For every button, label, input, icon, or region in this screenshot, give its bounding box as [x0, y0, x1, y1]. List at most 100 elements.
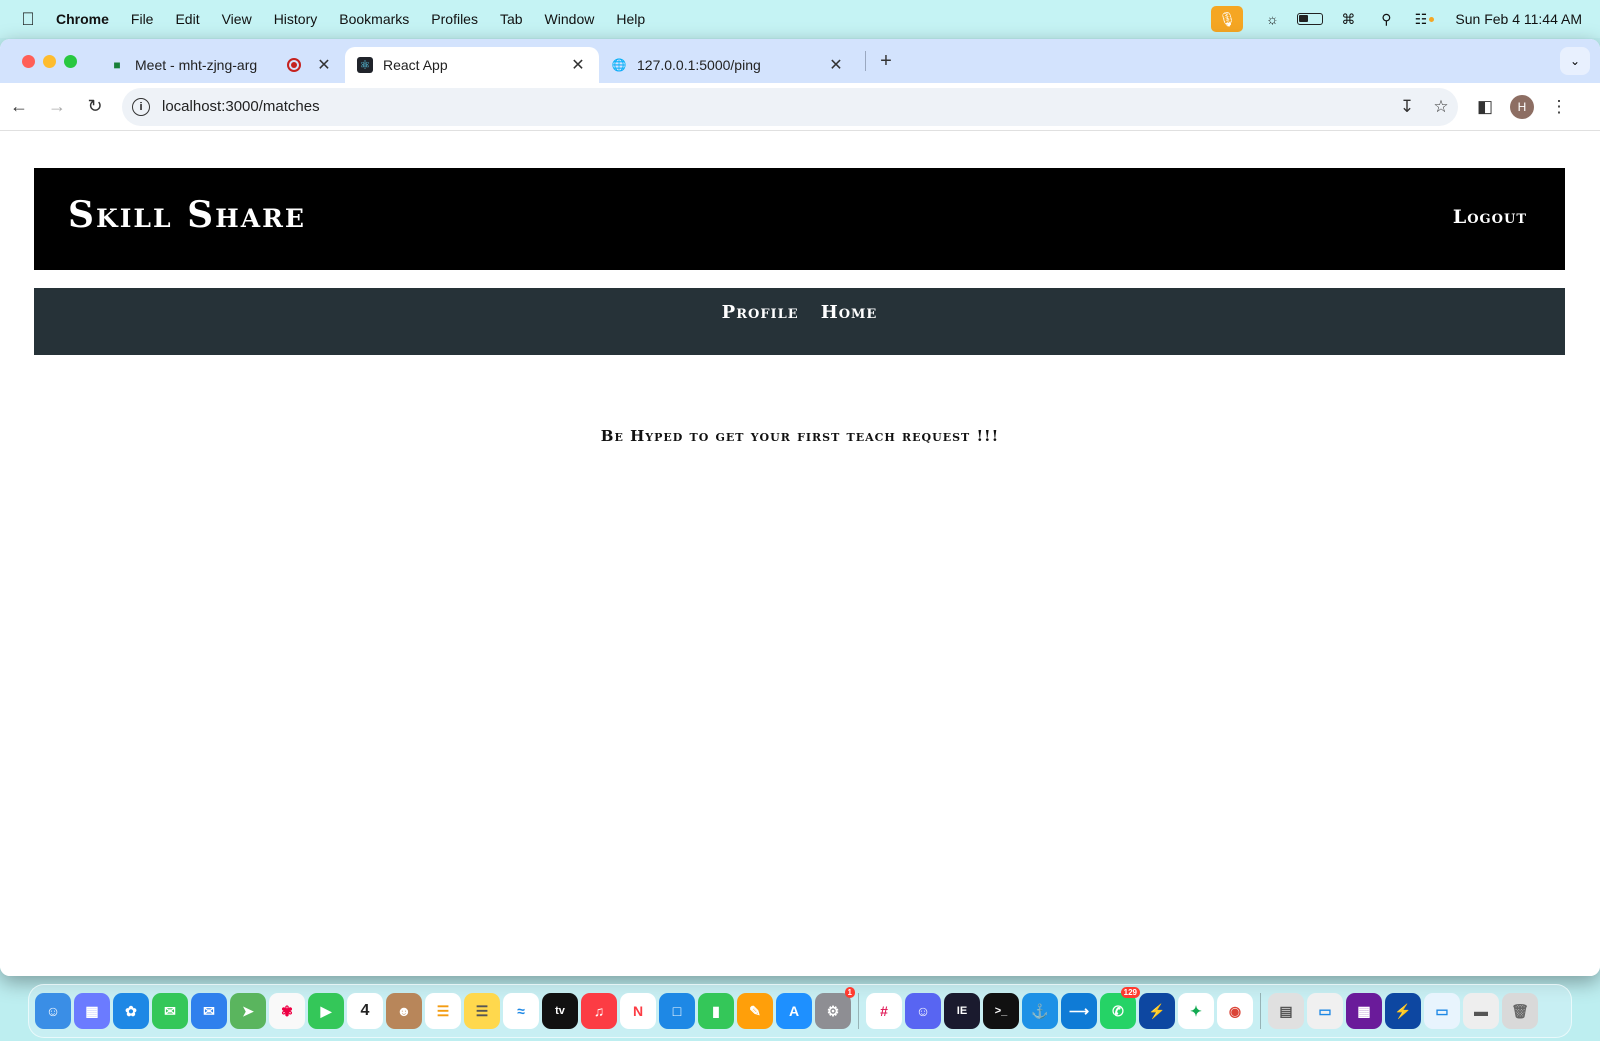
slack-icon[interactable]: #	[866, 993, 902, 1029]
tab-meet[interactable]: ■ Meet - mht-zjng-arg ✕	[97, 47, 345, 83]
back-arrow-icon[interactable]: ←	[0, 96, 38, 117]
minimize-window-button[interactable]	[43, 54, 56, 68]
screen-time-icon[interactable]: ☼	[1253, 8, 1291, 30]
whatsapp-badge: 129	[1120, 987, 1140, 998]
screenshot-thumbnail-icon[interactable]: ▦	[1346, 993, 1382, 1029]
macos-dock: ☺ ▦ ✿ ✉ ✉ ➤ ✾ ▶ 4 ☻ ☰ ☰ ≈ tv ♫ N □ ▮ ✎ A…	[28, 984, 1572, 1038]
dock-separator	[858, 993, 859, 1029]
app-store-icon[interactable]: A	[776, 993, 812, 1029]
mail-icon[interactable]: ✉	[191, 993, 227, 1029]
tab-search-chevron-icon[interactable]: ⌄	[1560, 47, 1590, 75]
apple-tv-icon[interactable]: tv	[542, 993, 578, 1029]
nav-profile-link[interactable]: Profile	[722, 302, 799, 323]
close-tab-icon[interactable]: ✕	[827, 55, 845, 75]
messages-icon[interactable]: ✉	[152, 993, 188, 1029]
whatsapp-icon[interactable]: ✆ 129	[1100, 987, 1140, 1029]
freeform-icon[interactable]: ≈	[503, 993, 539, 1029]
facetime-icon[interactable]: ▶	[308, 993, 344, 1029]
document-thumbnail-icon[interactable]: ▤	[1268, 993, 1304, 1029]
mongodb-compass-icon[interactable]: ✦	[1178, 993, 1214, 1029]
downloads-stack-icon[interactable]: ▬	[1463, 993, 1499, 1029]
zoom-window-button[interactable]	[64, 54, 77, 68]
reload-icon[interactable]: ↻	[76, 96, 114, 117]
keynote-icon[interactable]: □	[659, 993, 695, 1029]
google-chrome-icon[interactable]: ◉	[1217, 993, 1253, 1029]
apple-menu-icon[interactable]: 	[0, 9, 56, 30]
wifi-icon[interactable]: ⌘	[1329, 8, 1367, 30]
close-tab-icon[interactable]: ✕	[315, 55, 333, 75]
window-thumbnail-icon[interactable]: ▭	[1307, 993, 1343, 1029]
side-panel-icon[interactable]: ◧	[1466, 97, 1504, 117]
window-controls	[22, 54, 77, 68]
reminders-icon[interactable]: ☰	[425, 993, 461, 1029]
kebab-menu-icon[interactable]: ⋮	[1540, 97, 1578, 117]
bookmark-star-icon[interactable]: ☆	[1424, 97, 1458, 117]
maps-icon[interactable]: ➤	[230, 993, 266, 1029]
site-header: Skill Share Logout	[34, 168, 1565, 270]
site-brand[interactable]: Skill Share	[68, 194, 306, 236]
profile-avatar[interactable]: H	[1510, 94, 1534, 119]
tab-title: React App	[383, 57, 448, 73]
battery-icon[interactable]	[1291, 8, 1329, 30]
tab-title: Meet - mht-zjng-arg	[135, 57, 258, 73]
menu-window[interactable]: Window	[545, 11, 595, 27]
menu-app-chrome[interactable]: Chrome	[56, 11, 109, 27]
music-icon[interactable]: ♫	[581, 993, 617, 1029]
page-viewport: Skill Share Logout Profile Home Be Hyped…	[0, 131, 1600, 976]
tab-title: 127.0.0.1:5000/ping	[637, 57, 761, 73]
intellij-icon[interactable]: IE	[944, 993, 980, 1029]
globe-icon: 🌐	[611, 58, 627, 72]
recording-indicator-icon	[287, 58, 301, 72]
settings-badge: 1	[844, 987, 855, 998]
news-icon[interactable]: N	[620, 993, 656, 1029]
menu-bookmarks[interactable]: Bookmarks	[339, 11, 409, 27]
system-settings-icon[interactable]: ⚙ 1	[815, 987, 855, 1029]
address-bar[interactable]: i localhost:3000/matches ↧ ☆	[122, 87, 1458, 126]
chrome-window: ■ Meet - mht-zjng-arg ✕ ⚛ React App ✕ 🌐 …	[0, 39, 1600, 976]
photos-icon[interactable]: ✾	[269, 993, 305, 1029]
insomnia-window-icon[interactable]: ⚡	[1385, 993, 1421, 1029]
dock-separator	[1260, 993, 1261, 1029]
numbers-icon[interactable]: ▮	[698, 993, 734, 1029]
forward-arrow-icon[interactable]: →	[38, 96, 76, 117]
safari-icon[interactable]: ✿	[113, 993, 149, 1029]
pages-icon[interactable]: ✎	[737, 993, 773, 1029]
finder-icon[interactable]: ☺	[35, 993, 71, 1029]
notes-icon[interactable]: ☰	[464, 993, 500, 1029]
control-center-icon[interactable]: ☷	[1405, 8, 1443, 30]
site-info-icon[interactable]: i	[132, 97, 150, 116]
terminal-icon[interactable]: >_	[983, 993, 1019, 1029]
menu-file[interactable]: File	[131, 11, 154, 27]
vscode-icon[interactable]: ⟶	[1061, 993, 1097, 1029]
docker-icon[interactable]: ⚓	[1022, 993, 1058, 1029]
menu-history[interactable]: History	[274, 11, 318, 27]
empty-state-message: Be Hyped to get your first teach request…	[600, 427, 1000, 445]
finder-window-icon[interactable]: ▭	[1424, 993, 1460, 1029]
insomnia-icon[interactable]: ⚡	[1139, 993, 1175, 1029]
menu-tab[interactable]: Tab	[500, 11, 523, 27]
site-nav: Profile Home	[34, 288, 1565, 355]
calendar-icon[interactable]: 4	[347, 993, 383, 1029]
react-logo-icon: ⚛	[357, 57, 373, 73]
install-app-icon[interactable]: ↧	[1390, 97, 1424, 117]
launchpad-icon[interactable]: ▦	[74, 993, 110, 1029]
nav-home-link[interactable]: Home	[821, 302, 878, 323]
close-tab-icon[interactable]: ✕	[569, 55, 587, 75]
tab-strip: ■ Meet - mht-zjng-arg ✕ ⚛ React App ✕ 🌐 …	[0, 39, 1600, 83]
close-window-button[interactable]	[22, 54, 35, 68]
contacts-icon[interactable]: ☻	[386, 993, 422, 1029]
menu-bar-clock[interactable]: Sun Feb 4 11:44 AM	[1455, 11, 1582, 27]
microphone-icon[interactable]: 🎙	[1211, 6, 1244, 32]
tab-ping[interactable]: 🌐 127.0.0.1:5000/ping ✕	[599, 47, 857, 83]
menu-help[interactable]: Help	[616, 11, 645, 27]
logout-link[interactable]: Logout	[1453, 206, 1527, 228]
trash-icon[interactable]: 🗑	[1502, 993, 1538, 1029]
tab-react-app[interactable]: ⚛ React App ✕	[345, 47, 599, 83]
menu-profiles[interactable]: Profiles	[431, 11, 478, 27]
discord-icon[interactable]: ☺	[905, 993, 941, 1029]
address-bar-url[interactable]: localhost:3000/matches	[162, 98, 1390, 115]
menu-edit[interactable]: Edit	[175, 11, 199, 27]
menu-view[interactable]: View	[222, 11, 252, 27]
new-tab-button[interactable]: +	[872, 50, 900, 73]
spotlight-search-icon[interactable]: ⚲	[1367, 8, 1405, 30]
